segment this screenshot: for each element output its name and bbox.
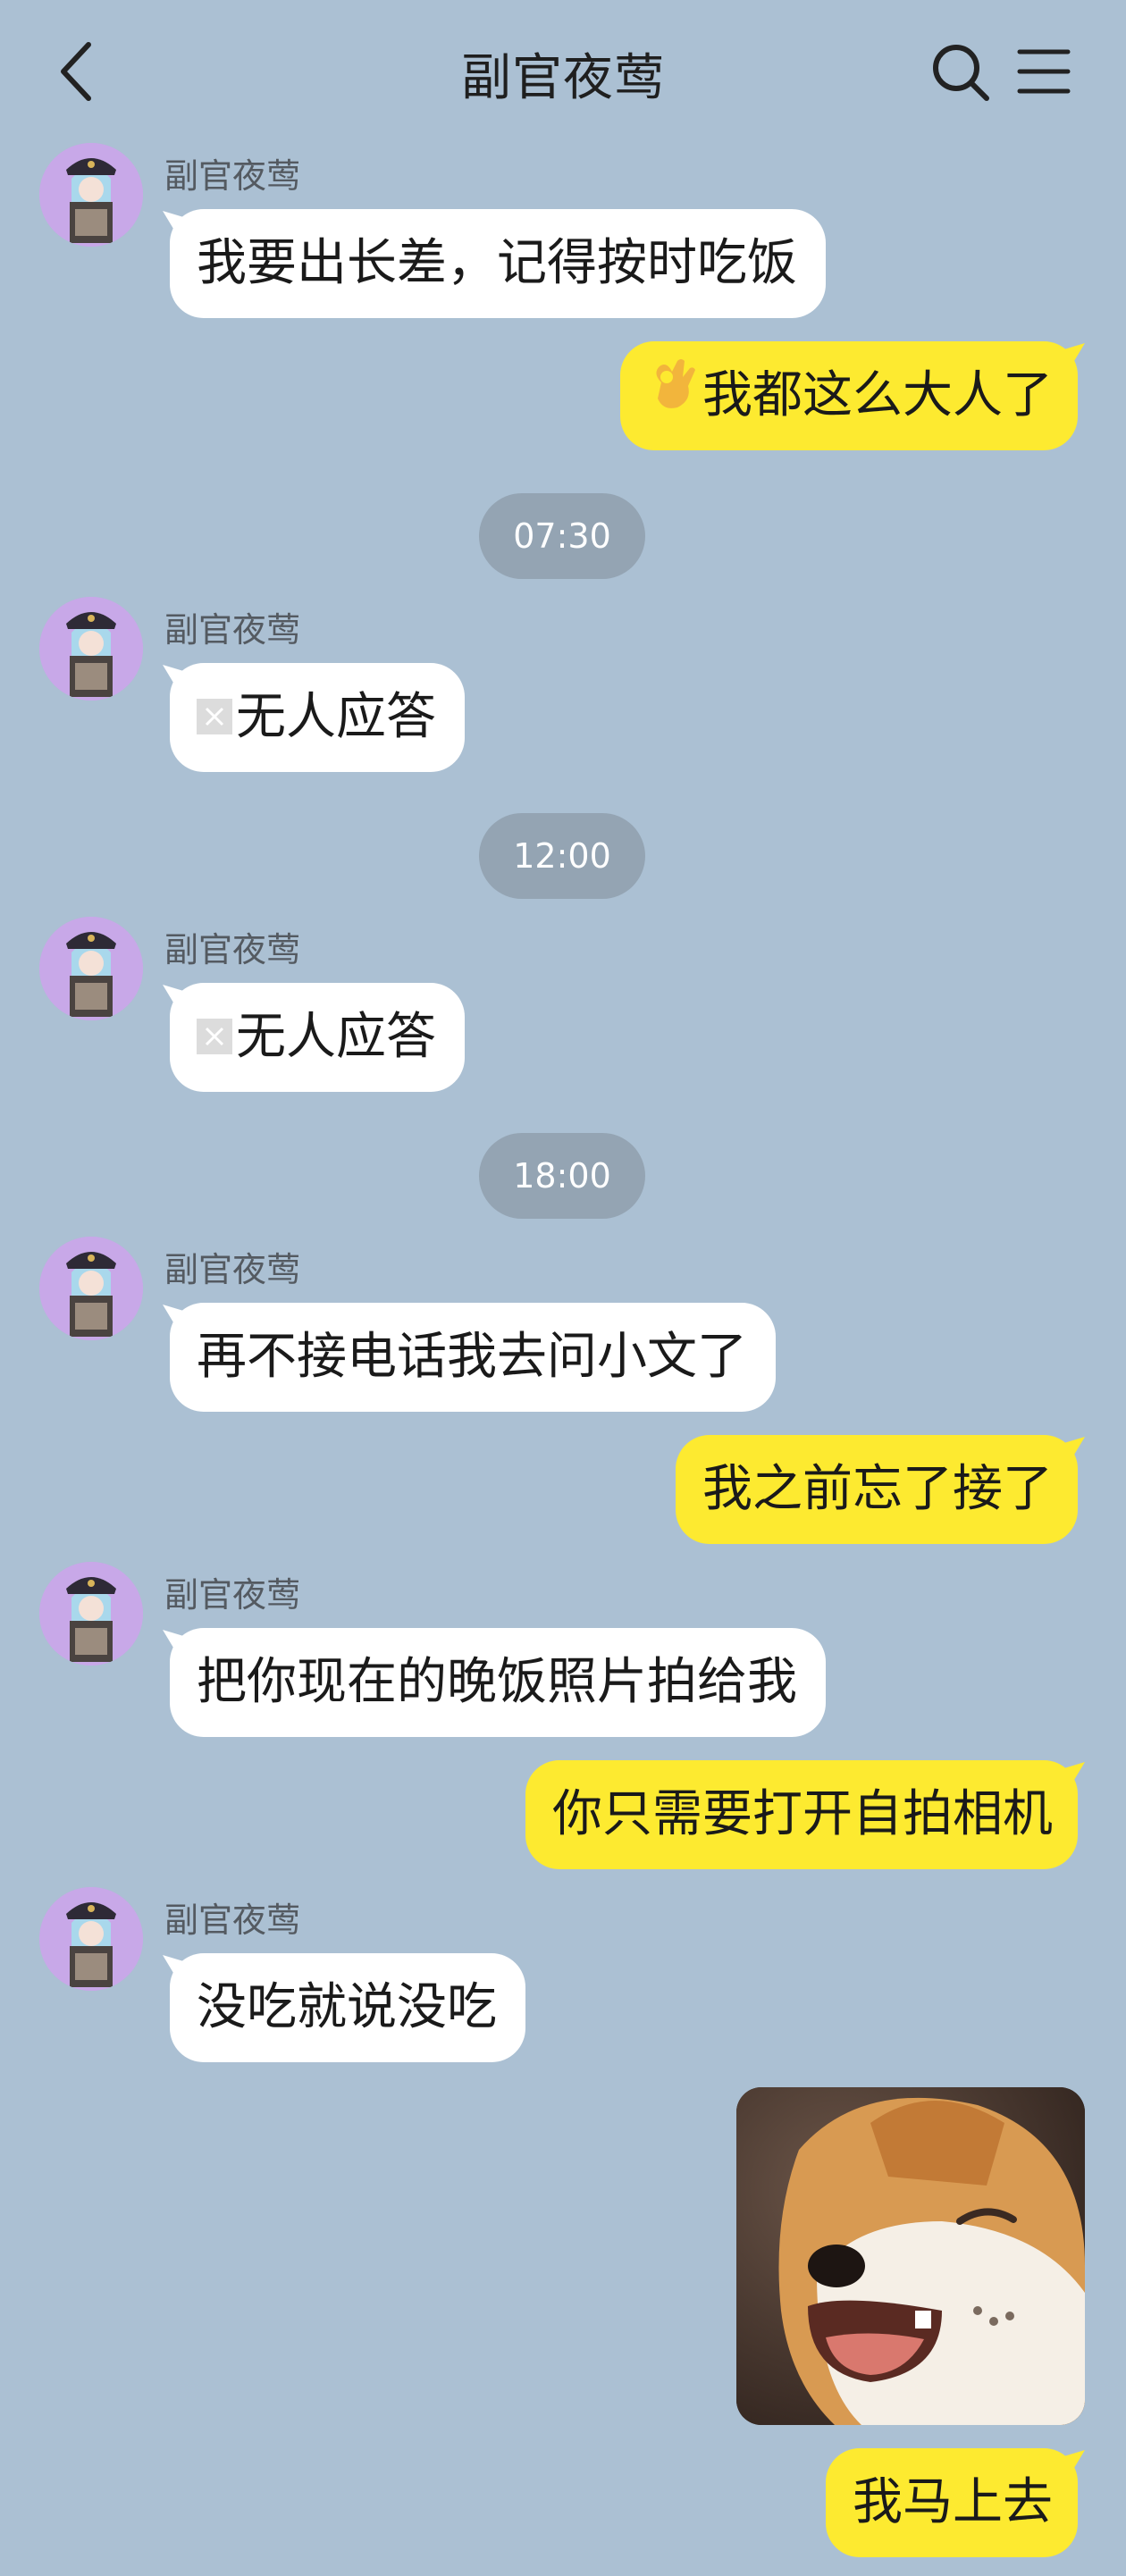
sender-name: 副官夜莺: [164, 610, 301, 650]
message-bubble-incoming[interactable]: 没吃就说没吃: [170, 1953, 525, 2062]
contact-avatar[interactable]: [39, 1237, 143, 1340]
sender-name: 副官夜莺: [164, 1901, 301, 1940]
avatar-anime-officer: [39, 1237, 143, 1340]
missed-call-icon: [197, 698, 232, 734]
hamburger-menu-icon: [1017, 49, 1071, 94]
ok-hand-emoji: [647, 340, 697, 449]
contact-avatar[interactable]: [39, 1562, 143, 1666]
message-bubble-outgoing[interactable]: 我马上去: [826, 2448, 1078, 2557]
sender-name: 副官夜莺: [164, 930, 301, 969]
missed-call-bubble[interactable]: 无人应答: [170, 983, 465, 1092]
sticker-message[interactable]: [736, 2087, 1085, 2425]
message-text: 我都这么大人了: [702, 366, 1053, 424]
sender-name: 副官夜莺: [164, 156, 301, 196]
message-text: 没吃就说没吃: [197, 1978, 497, 2036]
missed-call-bubble[interactable]: 无人应答: [170, 663, 465, 772]
missed-call-icon: [197, 1018, 232, 1054]
shiba-dog-laughing-sticker: [736, 2087, 1085, 2425]
message-text: 再不接电话我去问小文了: [197, 1328, 747, 1386]
avatar-anime-officer: [39, 1887, 143, 1991]
avatar-anime-officer: [39, 917, 143, 1020]
contact-avatar[interactable]: [39, 1887, 143, 1991]
message-bubble-incoming[interactable]: 再不接电话我去问小文了: [170, 1303, 776, 1412]
sender-name: 副官夜莺: [164, 1250, 301, 1289]
chat-header: 副官夜莺: [0, 0, 1126, 143]
avatar-anime-officer: [39, 597, 143, 701]
message-bubble-outgoing[interactable]: 你只需要打开自拍相机: [525, 1760, 1078, 1869]
timestamp-divider: 07:30: [479, 493, 645, 579]
sender-name: 副官夜莺: [164, 1575, 301, 1615]
menu-button[interactable]: [1017, 46, 1071, 96]
search-icon: [933, 45, 989, 101]
message-text: 我之前忘了接了: [702, 1460, 1053, 1518]
message-text: 无人应答: [236, 1008, 436, 1066]
avatar-anime-officer: [39, 1562, 143, 1666]
timestamp-divider: 12:00: [479, 813, 645, 899]
message-text: 你只需要打开自拍相机: [552, 1785, 1053, 1843]
message-text: 无人应答: [236, 688, 436, 746]
message-text: 我要出长差，记得按时吃饭: [197, 234, 797, 292]
contact-avatar[interactable]: [39, 917, 143, 1020]
message-bubble-outgoing[interactable]: 我都这么大人了: [620, 341, 1078, 450]
message-bubble-incoming[interactable]: 我要出长差，记得按时吃饭: [170, 209, 826, 318]
contact-avatar[interactable]: [39, 143, 143, 247]
message-text: 我马上去: [853, 2473, 1053, 2531]
contact-avatar[interactable]: [39, 597, 143, 701]
timestamp-divider: 18:00: [479, 1133, 645, 1219]
search-button[interactable]: [929, 41, 992, 104]
message-bubble-outgoing[interactable]: 我之前忘了接了: [676, 1435, 1078, 1544]
message-bubble-incoming[interactable]: 把你现在的晚饭照片拍给我: [170, 1628, 826, 1737]
message-text: 把你现在的晚饭照片拍给我: [197, 1653, 797, 1711]
avatar-anime-officer: [39, 143, 143, 247]
